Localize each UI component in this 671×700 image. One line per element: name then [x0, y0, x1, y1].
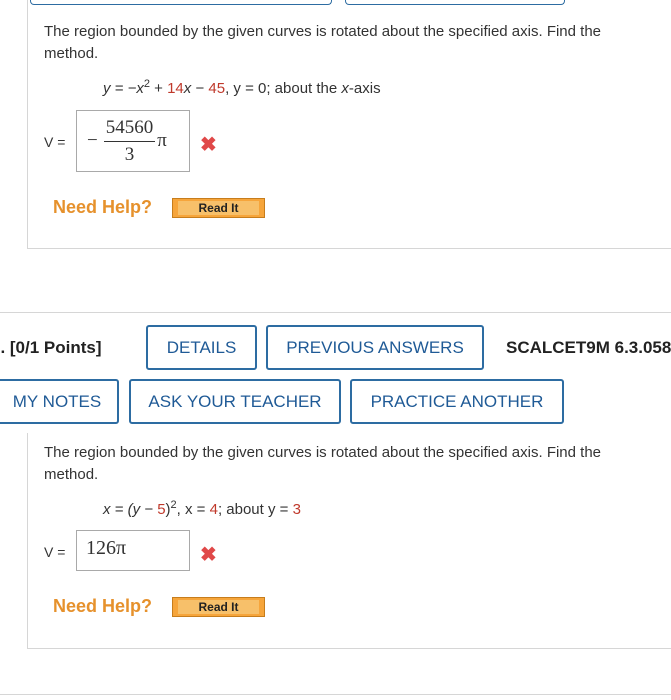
practice-another-button[interactable]: PRACTICE ANOTHER [350, 379, 564, 424]
x-mark-icon: ✖ [200, 134, 217, 156]
question-3-equation: x = (y − 5)2, x = 4; about y = 3 [103, 499, 301, 518]
problem-code: SCALCET9M 6.3.058. [506, 338, 671, 357]
x-mark-icon: ✖ [200, 544, 217, 566]
read-it-button[interactable]: Read It [172, 198, 265, 218]
question-1-equation: y = −x2 + 14x − 45, y = 0; about the x-a… [103, 78, 381, 97]
question-1-text: The region bounded by the given curves i… [44, 23, 602, 62]
need-help-label: Need Help? [53, 197, 153, 217]
ask-teacher-button[interactable]: ASK YOUR TEACHER [129, 379, 341, 424]
answer-field[interactable]: − 54560 3 π [76, 110, 190, 172]
read-it-button[interactable]: Read It [172, 597, 265, 617]
answer-fraction: 54560 3 [103, 116, 156, 165]
read-it-label: Read It [178, 201, 259, 215]
answer-field[interactable]: 126π [76, 530, 190, 571]
question-3-text: The region bounded by the given curves i… [44, 444, 602, 483]
previous-answers-button[interactable]: PREVIOUS ANSWERS [266, 325, 484, 370]
my-notes-button[interactable]: MY NOTES [0, 379, 119, 424]
details-button[interactable]: DETAILS [146, 325, 257, 370]
section-divider [0, 312, 671, 313]
need-help-label: Need Help? [53, 596, 153, 616]
points-label: 3. [0/1 Points] [0, 338, 102, 357]
read-it-label: Read It [178, 600, 259, 614]
answer-sign: − [87, 130, 98, 151]
volume-label: V = [44, 134, 66, 150]
bottom-divider [0, 694, 671, 695]
volume-label: V = [44, 544, 66, 560]
pi-symbol: π [157, 130, 167, 151]
